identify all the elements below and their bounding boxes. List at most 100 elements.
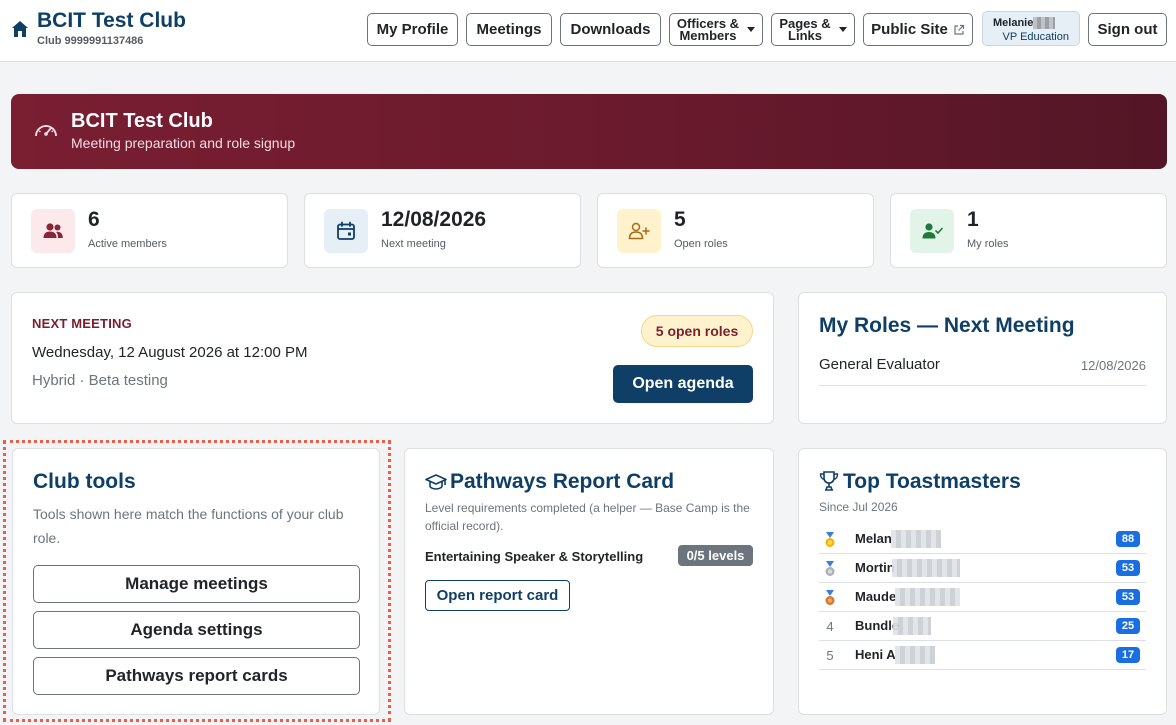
home-icon[interactable] [11,20,29,38]
banner-subtitle: Meeting preparation and role signup [71,135,296,151]
agenda-settings-button[interactable]: Agenda settings [33,611,360,649]
public-site-button[interactable]: Public Site [863,13,973,46]
redacted-surname [892,559,960,577]
sign-out-button[interactable]: Sign out [1088,13,1167,46]
caret-down-icon [838,27,847,32]
member-name: Heni A [855,647,896,662]
redacted-surname [1033,17,1055,29]
stat-card-my-roles: 1 My roles [890,193,1167,268]
meetings-button[interactable]: Meetings [466,13,552,46]
redacted-surname [893,617,931,635]
pages-links-dropdown[interactable]: Pages & Links [771,13,855,46]
open-report-card-label: Open report card [436,587,559,604]
rank-number: 5 [826,648,834,663]
since-label: Since Jul 2026 [819,500,898,514]
member-name: Maude [855,589,897,604]
open-roles-badge: 5 open roles [641,315,753,347]
meetings-label: Meetings [476,21,542,38]
role-row: General Evaluator 12/08/2026 [819,348,1146,386]
user-plus-icon [617,209,661,253]
gauge-icon [35,125,57,137]
levels-badge: 0/5 levels [678,545,753,566]
club-banner: BCIT Test Club Meeting preparation and r… [11,94,1167,169]
stat-card-open-roles: 5 Open roles [597,193,874,268]
top-toastmasters-title: Top Toastmasters [843,470,1021,493]
leaderboard-row: 5 Heni A 17 [819,641,1146,670]
my-profile-button[interactable]: My Profile [367,13,458,46]
stat-card-next-meeting: 12/08/2026 Next meeting [304,193,581,268]
club-name-link[interactable]: BCIT Test Club [37,9,186,33]
club-tools-panel: Club tools Tools shown here match the fu… [12,448,380,715]
silver-medal-icon [825,561,835,576]
my-roles-panel: My Roles — Next Meeting General Evaluato… [798,292,1167,424]
leaderboard-row: Maude 53 [819,583,1146,612]
my-roles-label: My roles [967,238,1009,250]
next-meeting-heading: NEXT MEETING [32,316,132,331]
gold-medal-icon [825,532,835,547]
user-menu[interactable]: Melanie VP Education [982,11,1080,46]
user-role: VP Education [1002,31,1069,43]
pathways-title: Pathways Report Card [450,470,675,493]
open-agenda-label: Open agenda [632,375,734,392]
caret-down-icon [747,27,756,32]
next-meeting-datetime: Wednesday, 12 August 2026 at 12:00 PM [32,344,308,361]
downloads-button[interactable]: Downloads [560,13,661,46]
leaderboard-row: 4 Bundle 25 [819,612,1146,641]
user-check-icon [910,209,954,253]
sign-out-label: Sign out [1097,21,1158,38]
next-meeting-value: 12/08/2026 [381,208,487,231]
score-badge: 17 [1116,647,1140,663]
leaderboard-row: Mortin 53 [819,554,1146,583]
bronze-medal-icon [825,590,835,605]
manage-meetings-label: Manage meetings [125,574,268,593]
users-icon [31,209,75,253]
public-site-label: Public Site [871,21,948,38]
top-navbar: BCIT Test Club Club 9999991137486 My Pro… [0,0,1176,62]
officers-members-dropdown[interactable]: Officers & Members [669,13,763,46]
my-roles-value: 1 [967,208,979,231]
role-name: General Evaluator [819,356,940,373]
open-roles-value: 5 [674,208,686,231]
club-tools-description: Tools shown here match the functions of … [33,506,344,546]
stat-card-active-members: 6 Active members [11,193,288,268]
active-members-label: Active members [88,238,167,250]
pathways-report-cards-button[interactable]: Pathways report cards [33,657,360,695]
officers-members-label: Officers & Members [676,15,740,43]
member-name: Mortin [855,560,895,575]
score-badge: 25 [1116,618,1140,634]
graduation-cap-icon [425,474,447,490]
trophy-icon [819,471,839,491]
banner-title: BCIT Test Club [71,110,213,132]
redacted-surname [895,588,960,606]
pages-links-label: Pages & Links [779,15,831,43]
club-number: Club 9999991137486 [37,35,144,47]
pathway-name: Entertaining Speaker & Storytelling [425,549,644,564]
manage-meetings-button[interactable]: Manage meetings [33,565,360,603]
redacted-surname [891,530,941,548]
redacted-surname [895,646,935,664]
downloads-label: Downloads [570,21,651,38]
rank-number: 4 [826,619,834,634]
next-meeting-panel: NEXT MEETING Wednesday, 12 August 2026 a… [11,292,774,424]
next-meeting-label: Next meeting [381,238,446,250]
pathways-report-cards-label: Pathways report cards [105,666,288,685]
active-members-value: 6 [88,208,100,231]
role-date: 12/08/2026 [1080,358,1146,373]
open-report-card-button[interactable]: Open report card [425,580,570,611]
leaderboard-row: Melan 88 [819,525,1146,554]
top-toastmasters-panel: Top Toastmasters Since Jul 2026 Melan 88… [798,448,1167,715]
open-agenda-button[interactable]: Open agenda [613,365,753,403]
my-profile-label: My Profile [376,21,449,38]
pathways-panel: Pathways Report Card Level requirements … [404,448,774,715]
score-badge: 53 [1116,560,1140,576]
next-meeting-location: Hybrid · Beta testing [32,372,168,389]
member-name: Melan [855,531,892,546]
club-tools-title: Club tools [33,470,136,493]
user-name: Melanie [993,17,1034,29]
my-roles-title: My Roles — Next Meeting [819,314,1075,337]
score-badge: 53 [1116,589,1140,605]
open-roles-label: Open roles [674,238,728,250]
calendar-icon [324,209,368,253]
pathways-description: Level requirements completed (a helper —… [425,501,750,533]
score-badge: 88 [1116,531,1140,547]
